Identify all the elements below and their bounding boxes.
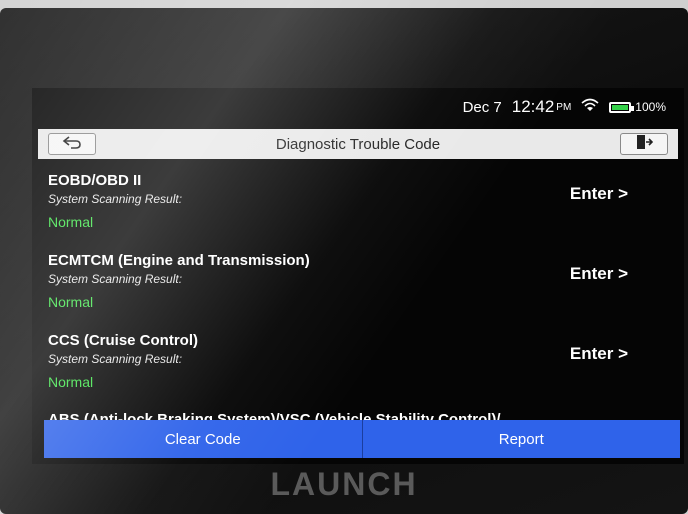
enter-button[interactable]: Enter > — [570, 184, 628, 204]
system-item-abs-partial[interactable]: ABS (Anti-lock Braking System)/VSC (Vehi… — [48, 411, 668, 420]
scan-tool-device: Dec 7 12:42 PM 100% Diagnostic Trouble C… — [0, 8, 688, 514]
battery-indicator: 100% — [609, 100, 666, 114]
page-title: Diagnostic Trouble Code — [275, 135, 441, 153]
status-bar: Dec 7 12:42 PM 100% — [463, 96, 666, 118]
system-status: Normal — [48, 294, 94, 310]
system-status: Normal — [48, 374, 94, 390]
battery-icon — [609, 101, 635, 113]
enter-button[interactable]: Enter > — [570, 264, 628, 284]
wifi-icon — [581, 98, 599, 116]
exit-button[interactable] — [620, 133, 668, 155]
brand-logo: LAUNCH — [270, 466, 418, 502]
system-status: Normal — [48, 214, 94, 230]
report-button[interactable]: Report — [363, 420, 681, 458]
device-screen: Dec 7 12:42 PM 100% Diagnostic Trouble C… — [32, 88, 684, 464]
system-item-ccs[interactable]: CCS (Cruise Control) System Scanning Res… — [48, 332, 668, 412]
system-list: EOBD/OBD II System Scanning Result: Norm… — [48, 172, 668, 412]
title-bar: Diagnostic Trouble Code — [38, 129, 678, 159]
status-date: Dec 7 — [462, 98, 502, 116]
enter-button[interactable]: Enter > — [570, 344, 628, 364]
back-button[interactable] — [48, 133, 96, 155]
battery-percent: 100% — [635, 100, 666, 114]
system-item-eobd[interactable]: EOBD/OBD II System Scanning Result: Norm… — [48, 172, 668, 252]
exit-door-icon — [635, 134, 654, 155]
back-arrow-icon — [61, 135, 83, 154]
system-item-ecmtcm[interactable]: ECMTCM (Engine and Transmission) System … — [48, 252, 668, 332]
action-bar: Clear Code Report — [44, 420, 680, 458]
status-time: 12:42 — [511, 97, 555, 116]
clear-code-button[interactable]: Clear Code — [44, 420, 362, 458]
status-ampm: PM — [556, 101, 572, 113]
